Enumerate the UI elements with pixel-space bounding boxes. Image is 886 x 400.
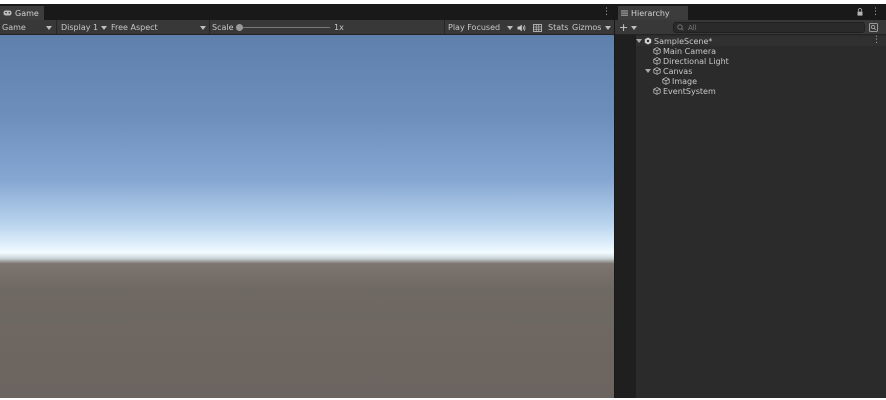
chevron-down-icon: [507, 25, 513, 30]
cube-icon: [653, 57, 661, 65]
unity-editor: Game ⋮ Game Display 1 Free Aspect Scale …: [0, 4, 886, 398]
expand-arrow-icon[interactable]: [636, 39, 642, 43]
gizmos-dropdown[interactable]: Gizmos: [572, 20, 612, 35]
search-input[interactable]: All: [673, 22, 865, 33]
scale-label: Scale: [212, 23, 234, 32]
hierarchy-tree: SampleScene* ⋮ Main Camera Directional L…: [636, 35, 886, 398]
list-icon: [621, 10, 628, 16]
divider: [209, 20, 210, 35]
search-icon: [677, 24, 684, 31]
list-item[interactable]: Canvas: [645, 66, 692, 76]
scale-value: 1x: [334, 23, 344, 32]
chevron-down-icon: [631, 25, 638, 30]
scene-search-icon[interactable]: [869, 23, 878, 32]
chevron-down-icon: [46, 25, 52, 30]
gizmos-label: Gizmos: [572, 23, 602, 32]
display-label: Display 1: [61, 23, 99, 32]
expand-arrow-icon[interactable]: [645, 69, 651, 73]
chevron-down-icon: [200, 25, 206, 30]
more-icon[interactable]: ⋮: [872, 35, 881, 45]
hierarchy-toolbar: + All: [615, 20, 886, 35]
chevron-down-icon: [605, 25, 611, 30]
game-viewport[interactable]: [0, 35, 614, 398]
hierarchy-tab-bar: Hierarchy ⋮: [615, 4, 886, 20]
cube-icon: [653, 87, 661, 95]
list-item-label: Directional Light: [663, 56, 729, 66]
lock-icon[interactable]: [857, 8, 863, 16]
stats-button[interactable]: Stats: [548, 20, 568, 35]
grid-icon[interactable]: [533, 20, 542, 35]
aspect-label: Free Aspect: [111, 23, 158, 32]
tab-game-label: Game: [15, 8, 39, 18]
speaker-icon[interactable]: [517, 20, 526, 35]
gamepad-icon: [3, 10, 12, 16]
cube-icon: [662, 77, 670, 85]
play-mode-dropdown[interactable]: Play Focused: [448, 20, 514, 35]
scene-name: SampleScene*: [654, 36, 713, 46]
display-dropdown[interactable]: Display 1: [61, 20, 107, 35]
game-mode-dropdown[interactable]: Game: [2, 20, 54, 35]
cube-icon: [653, 47, 661, 55]
game-toolbar: Game Display 1 Free Aspect Scale 1x Play…: [0, 20, 614, 35]
add-dropdown[interactable]: +: [619, 20, 638, 35]
list-item-label: Image: [672, 76, 698, 86]
list-item-label: Main Camera: [663, 46, 717, 56]
divider: [444, 20, 445, 35]
scene-icon: [644, 37, 652, 45]
game-mode-label: Game: [2, 23, 26, 32]
hierarchy-gutter: [615, 35, 636, 398]
divider: [56, 20, 57, 35]
list-item-label: Canvas: [663, 66, 693, 76]
list-item-label: EventSystem: [663, 86, 716, 96]
more-icon[interactable]: ⋮: [602, 7, 611, 17]
search-placeholder: All: [688, 23, 697, 32]
tab-game[interactable]: Game: [0, 6, 44, 20]
scene-row[interactable]: SampleScene* ⋮: [636, 35, 886, 46]
aspect-dropdown[interactable]: Free Aspect: [111, 20, 207, 35]
tab-hierarchy-label: Hierarchy: [631, 8, 670, 18]
list-item[interactable]: EventSystem: [653, 86, 716, 96]
game-tab-bar: Game ⋮: [0, 4, 614, 20]
more-icon[interactable]: ⋮: [871, 7, 880, 17]
list-item[interactable]: Image: [662, 76, 697, 86]
play-mode-label: Play Focused: [448, 23, 501, 32]
scale-slider[interactable]: [238, 27, 330, 28]
chevron-down-icon: [101, 25, 107, 30]
list-item[interactable]: Main Camera: [653, 46, 716, 56]
scale-slider-handle[interactable]: [236, 24, 243, 31]
hierarchy-panel: Hierarchy ⋮ + All SampleScene* ⋮ Main Ca…: [615, 4, 886, 398]
add-icon: +: [619, 21, 629, 34]
tab-hierarchy[interactable]: Hierarchy: [618, 6, 688, 20]
cube-icon: [653, 67, 661, 75]
game-panel: Game ⋮ Game Display 1 Free Aspect Scale …: [0, 4, 614, 398]
list-item[interactable]: Directional Light: [653, 56, 729, 66]
